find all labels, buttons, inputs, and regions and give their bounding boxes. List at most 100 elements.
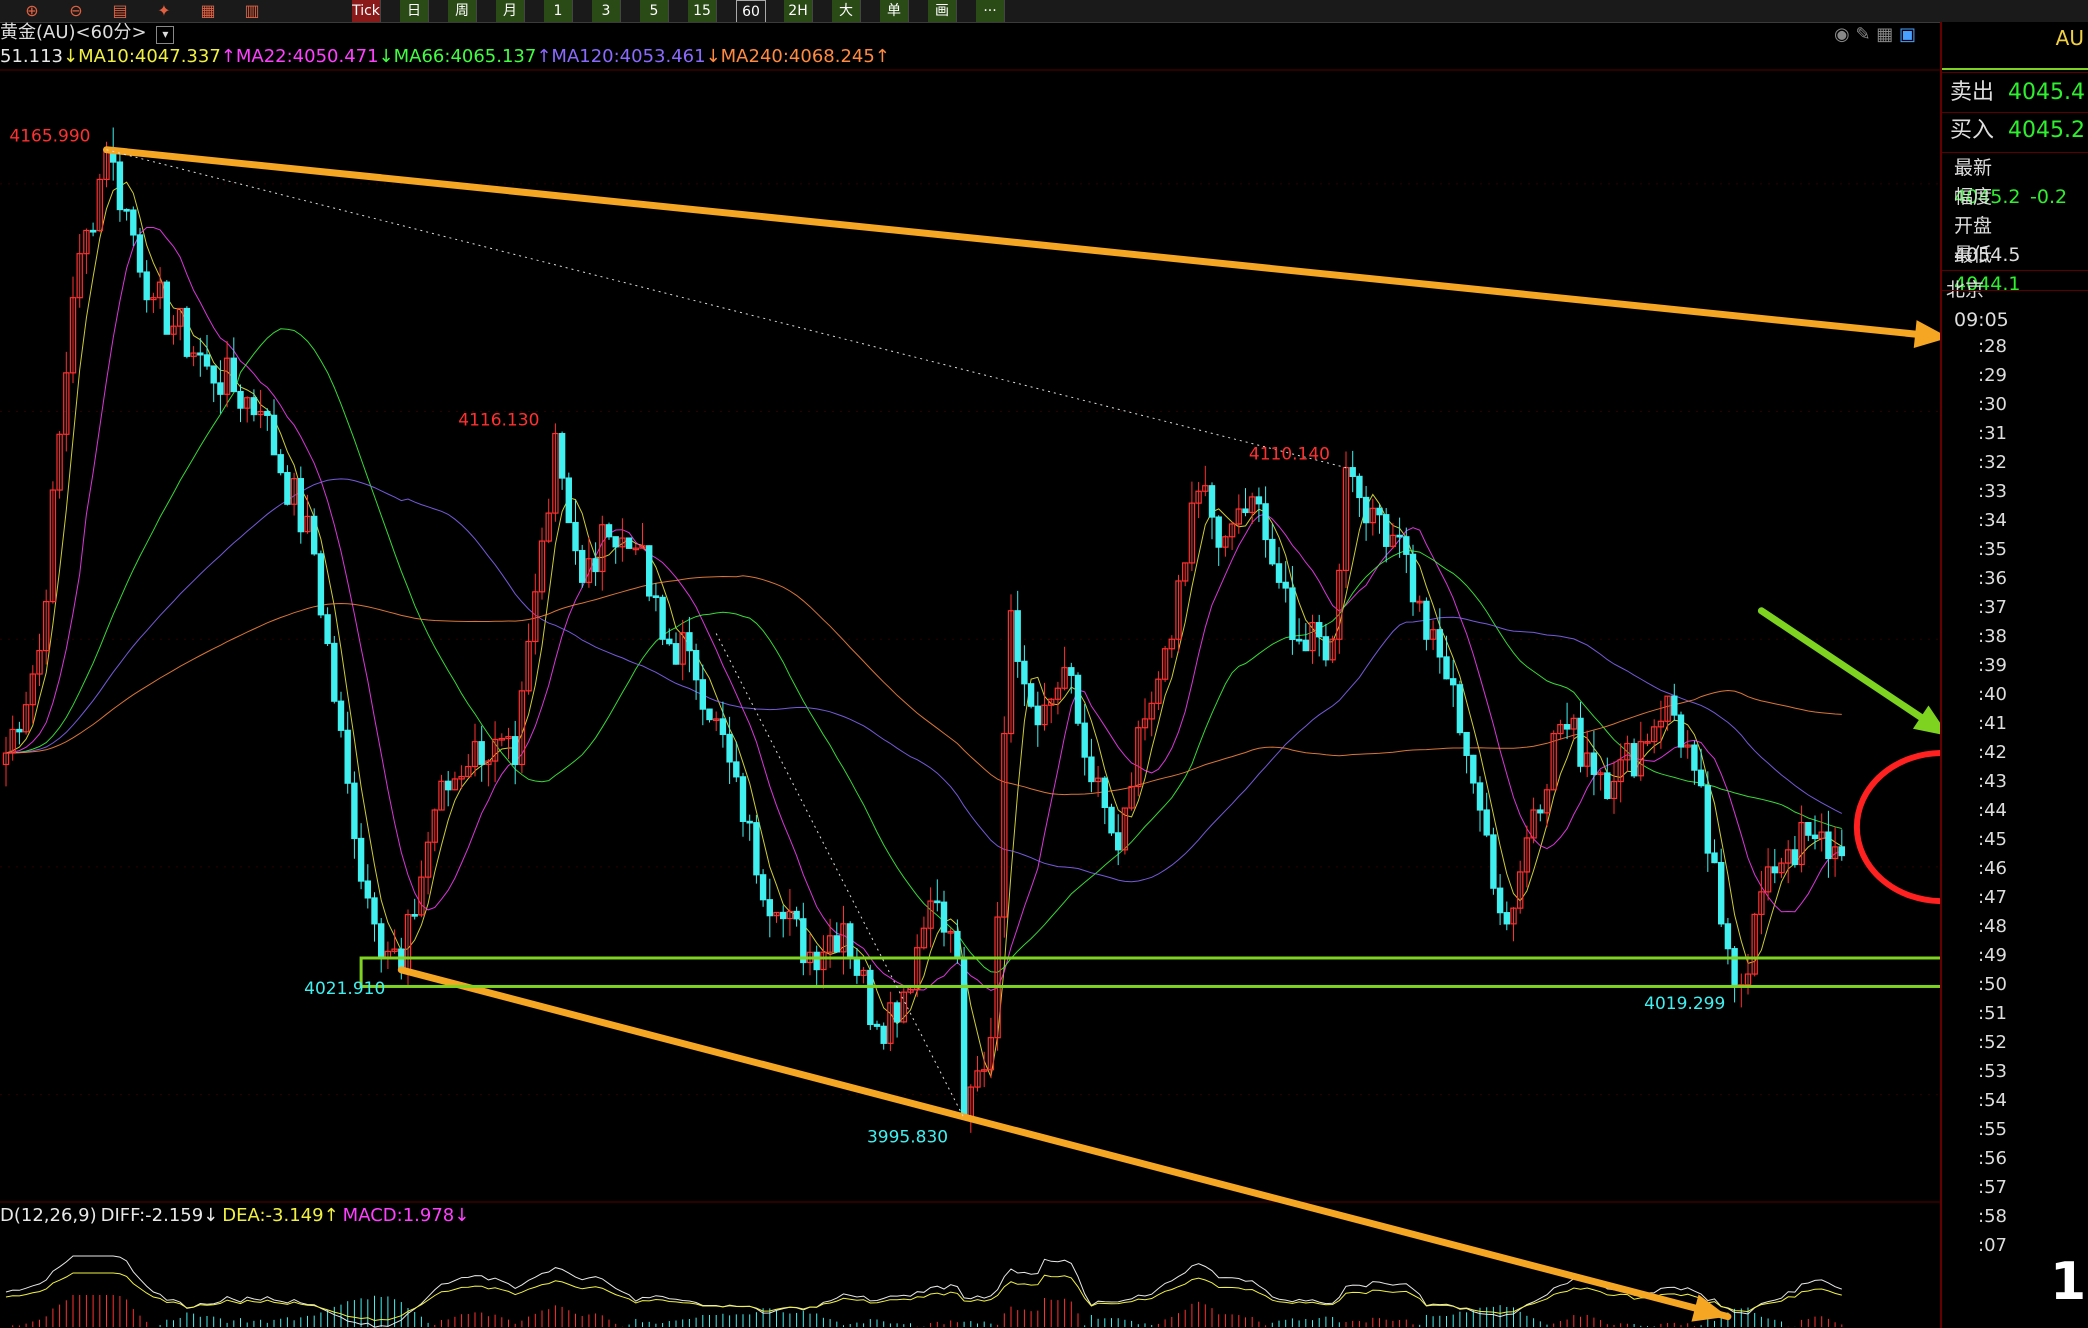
candle-body [264,410,271,416]
candle-body [652,595,660,599]
candle-body [1423,600,1430,640]
toolbar-button[interactable]: 15 [688,0,717,22]
tick-time: :39 [1978,655,2007,676]
candle-body [1456,684,1464,734]
quote-label: 卖出 [1950,80,1995,105]
tick-time: :42 [1978,742,2007,763]
tick-time: :07 [1978,1235,2007,1256]
pencil-icon[interactable]: ✎ [1855,24,1870,45]
candle-body [1114,832,1122,851]
symbol-code: AU [2055,26,2084,50]
macd-legend-item: D(12,26,9) [0,1205,97,1226]
tick-time: :28 [1978,336,2007,357]
candle-body [324,614,331,645]
search-icon[interactable]: ⊕ [18,0,46,22]
toolbar-button[interactable]: 1 [544,0,573,22]
candle-body [1604,772,1611,800]
candle-body [867,969,874,1026]
toolbar-button[interactable]: 单 [880,0,909,22]
tick-time: :52 [1978,1032,2007,1053]
grid-icon[interactable]: ▦ [1876,24,1893,45]
toolbar-button[interactable]: 2H [784,0,813,22]
candle-body [197,352,204,356]
candle-body [337,700,345,731]
panel-divider [1942,112,2088,113]
macd-legend: D(12,26,9) DIFF:-2.159↓ DEA:-3.149↑ MACD:1.… [0,1205,473,1227]
toolbar-button[interactable]: 大 [832,0,861,22]
price-label: 4165.990 [9,127,90,147]
quote-label: 买入 [1950,118,1995,143]
candle-body [1014,610,1021,662]
trend-arrow-head [1912,705,1940,735]
candle-body [143,271,150,301]
candle-body [1396,534,1403,538]
panel-divider [1942,290,2088,291]
candle-body [1463,731,1470,756]
tick-time: :44 [1978,800,2007,821]
tick-time: :33 [1978,481,2007,502]
price-label: 4019.299 [1644,994,1725,1014]
candle-body [1590,752,1598,775]
candle-body [880,1025,887,1044]
tick-time: :50 [1978,974,2007,995]
tick-time: :32 [1978,452,2007,473]
table-icon[interactable]: ▦ [194,0,222,22]
candle-body [210,365,217,384]
toolbar-button[interactable]: 周 [448,0,477,22]
toolbar-button[interactable]: 3 [592,0,621,22]
price-label: 4110.140 [1249,445,1330,465]
candle-body [277,454,284,474]
toolbar-button[interactable]: ··· [976,0,1005,22]
eye-icon[interactable]: ◉ [1834,24,1850,45]
candle-body [1101,777,1108,808]
candle-body [813,951,820,971]
window-icon[interactable]: ▣ [1899,24,1916,45]
toolbar-button[interactable]: 5 [640,0,669,22]
symbol-title: 黄金(AU)<60分> [0,22,147,43]
toolbar-button[interactable]: Tick [352,0,381,22]
tick-time: :34 [1978,510,2007,531]
candle-body [1630,743,1638,777]
candle-body [89,229,97,233]
candle-body [1443,656,1450,680]
candle-body [1315,622,1323,638]
candle-body [1691,744,1698,771]
toolbar-button[interactable]: 月 [496,0,525,22]
toolbar-button[interactable]: 画 [928,0,957,22]
candle-body [317,553,325,616]
stat-value: -0.2 [2030,186,2068,208]
candle-body [753,822,760,876]
candle-body [666,638,673,645]
candle-body [1242,508,1249,514]
bars-icon[interactable]: ▥ [238,0,266,22]
candle-body [1282,581,1289,589]
candle-body [1108,806,1115,834]
candle-body [136,234,144,273]
tick-time: :49 [1978,945,2007,966]
toolbar-button[interactable]: 60 [736,0,766,22]
note-icon[interactable]: ▤ [106,0,134,22]
candle-body [1724,923,1732,950]
dropdown-icon[interactable]: ▾ [156,26,175,44]
zoom-icon[interactable]: ⊖ [62,0,90,22]
ma-legend: 51.113↓MA10:4047.337↑MA22:4050.471↓MA66:… [0,46,890,68]
candle-body [116,161,124,211]
candle-body [1362,496,1370,524]
candle-body [371,897,378,925]
price-label: 3995.830 [867,1127,948,1147]
bird-icon[interactable]: ✦ [150,0,178,22]
candle-body [759,874,767,901]
candle-body [1021,660,1028,685]
candle-body [357,837,365,882]
candle-body [706,708,713,721]
candle-body [378,923,385,960]
candle-body [237,390,244,409]
candle-body [284,471,291,505]
toolbar-button[interactable]: 日 [400,0,429,22]
candle-body [726,733,733,763]
candle-body [692,650,700,681]
tick-time: :36 [1978,568,2007,589]
candle-body [1563,724,1571,730]
candle-body [364,880,372,899]
candle-body [1356,475,1363,499]
